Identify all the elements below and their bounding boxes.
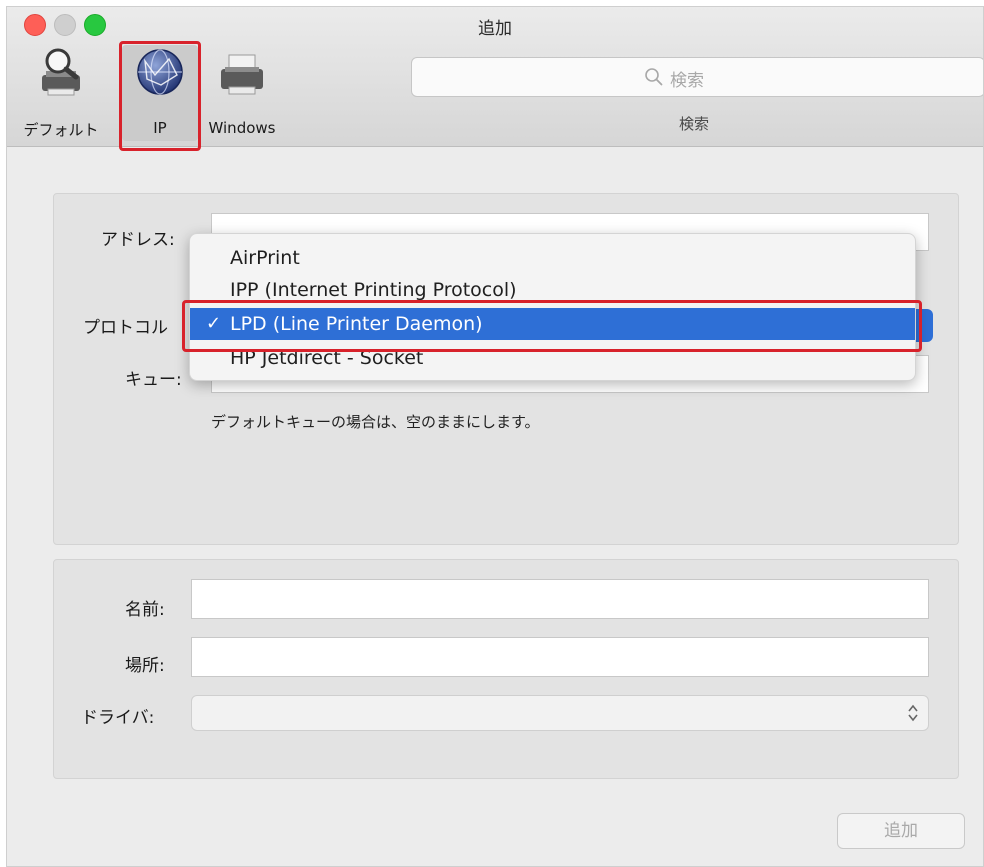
queue-hint: デフォルトキューの場合は、空のままにします。 <box>211 413 540 431</box>
name-field[interactable] <box>191 579 929 619</box>
protocol-label: プロトコル <box>83 318 168 338</box>
search-icon <box>645 68 663 86</box>
search-caption: 検索 <box>679 115 710 133</box>
option-label: AirPrint <box>230 247 300 269</box>
toolbar-windows-label: Windows <box>208 119 276 137</box>
window-title: 追加 <box>478 19 512 39</box>
ip-highlight-box <box>119 41 201 151</box>
queue-label: キュー: <box>125 370 182 390</box>
address-label: アドレス: <box>101 230 175 250</box>
driver-label: ドライバ: <box>81 708 155 728</box>
search-placeholder: 検索 <box>670 71 704 91</box>
add-printer-window: 追加 デフォルト IP Windows 検索 検索 アドレス: プロトコル キュ… <box>6 6 984 867</box>
location-field[interactable] <box>191 637 929 677</box>
windows-printer-icon <box>221 54 263 95</box>
name-label: 名前: <box>125 600 165 620</box>
default-printer-icon <box>42 48 80 96</box>
location-label: 場所: <box>125 656 165 676</box>
option-label: IPP (Internet Printing Protocol) <box>230 279 517 301</box>
add-button[interactable]: 追加 <box>837 813 965 849</box>
toolbar-default-label: デフォルト <box>23 121 99 139</box>
search-field[interactable]: 検索 <box>411 57 983 97</box>
lpd-highlight-box <box>182 300 922 352</box>
toolbar-default-button[interactable]: デフォルト <box>15 45 107 141</box>
up-down-arrows-icon <box>908 704 918 722</box>
driver-select[interactable] <box>191 695 929 731</box>
menu-option-airprint[interactable]: AirPrint <box>190 242 915 274</box>
toolbar: 追加 デフォルト IP Windows 検索 検索 <box>7 7 983 151</box>
toolbar-windows-button[interactable]: Windows <box>197 45 287 141</box>
